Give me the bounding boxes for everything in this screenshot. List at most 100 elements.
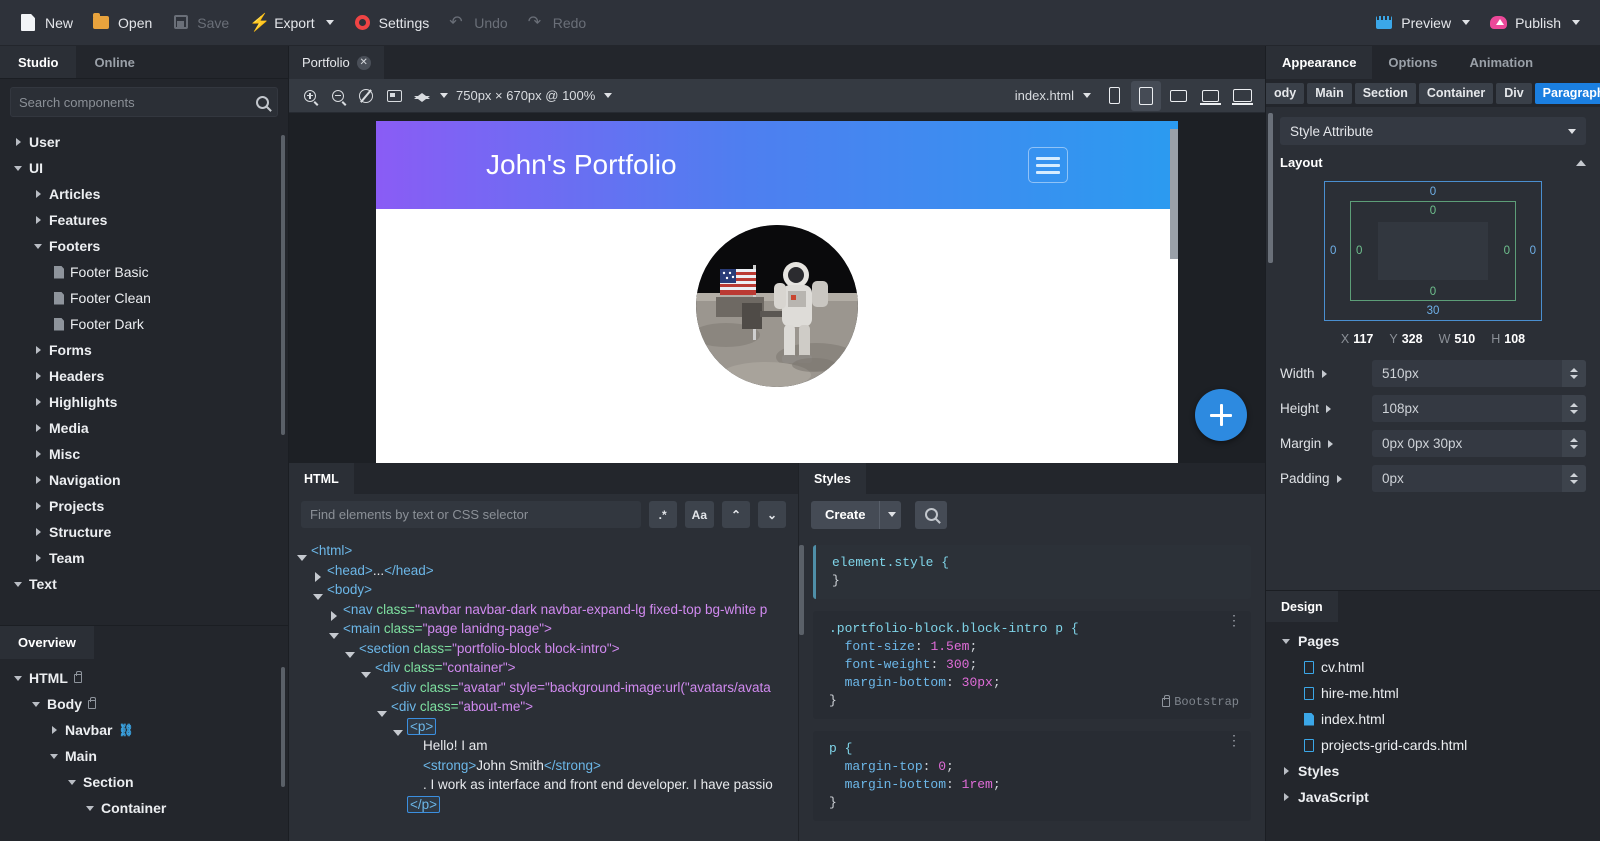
stepper-margin[interactable] xyxy=(1562,430,1586,457)
tab-appearance[interactable]: Appearance xyxy=(1266,46,1373,79)
tab-overview[interactable]: Overview xyxy=(0,626,94,659)
dom-tree-row[interactable]: . I work as interface and front end deve… xyxy=(289,775,798,795)
tab-options[interactable]: Options xyxy=(1372,46,1453,79)
property-label[interactable]: Padding xyxy=(1280,471,1366,486)
breadcrumb-item-container[interactable]: Container xyxy=(1418,82,1494,104)
dom-tree-row[interactable]: <html> xyxy=(289,541,798,561)
tab-online[interactable]: Online xyxy=(76,46,152,78)
redo-button[interactable]: ↷ Redo xyxy=(518,8,596,38)
css-declaration[interactable]: font-size: 1.5em; xyxy=(829,638,1237,656)
chevron-down-icon[interactable] xyxy=(86,804,95,813)
chevron-right-icon[interactable] xyxy=(34,475,43,485)
layout-section-header[interactable]: Layout xyxy=(1266,145,1600,176)
breadcrumb-item-section[interactable]: Section xyxy=(1354,82,1416,104)
component-tree-item-features[interactable]: Features xyxy=(0,207,288,233)
chevron-right-icon[interactable] xyxy=(34,215,43,225)
design-tree-item-hire-me-html[interactable]: hire-me.html xyxy=(1266,680,1600,706)
dom-tree-row[interactable]: <nav class="navbar navbar-dark navbar-ex… xyxy=(289,600,798,622)
overview-item-navbar[interactable]: Navbar ⛓ xyxy=(0,717,288,743)
dom-tree-row[interactable]: <p> xyxy=(289,717,798,737)
component-tree-item-forms[interactable]: Forms xyxy=(0,337,288,363)
chevron-right-icon[interactable] xyxy=(1282,766,1291,776)
close-icon[interactable]: ✕ xyxy=(356,55,371,70)
component-tree-item-structure[interactable]: Structure xyxy=(0,519,288,545)
component-tree[interactable]: User UI Articles Features Footers Footer Basi… xyxy=(0,125,288,625)
overview-item-main[interactable]: Main xyxy=(0,743,288,769)
fit-screen-icon[interactable] xyxy=(381,83,407,109)
css-value[interactable]: 300 xyxy=(946,657,969,672)
component-tree-item-articles[interactable]: Articles xyxy=(0,181,288,207)
css-selector[interactable]: element.style { xyxy=(832,554,1237,572)
dom-tree-row[interactable]: <section class="portfolio-block block-in… xyxy=(289,639,798,659)
css-property[interactable]: margin-bottom xyxy=(845,675,946,690)
canvas-file-selector[interactable]: index.html xyxy=(1015,88,1091,103)
component-tree-item-misc[interactable]: Misc xyxy=(0,441,288,467)
dom-tree-row[interactable]: <head>...</head> xyxy=(289,561,798,583)
chevron-right-icon[interactable] xyxy=(34,423,43,433)
chevron-right-icon[interactable] xyxy=(34,449,43,459)
component-tree-item-team[interactable]: Team xyxy=(0,545,288,571)
no-style-icon[interactable] xyxy=(353,83,379,109)
save-button[interactable]: Save xyxy=(162,8,239,38)
property-label[interactable]: Margin xyxy=(1280,436,1366,451)
design-tree[interactable]: Pages cv.html hire-me.html index.html projec… xyxy=(1266,622,1600,841)
css-value[interactable]: 30px xyxy=(962,675,993,690)
chevron-right-icon[interactable] xyxy=(34,553,43,563)
find-prev-button[interactable]: ⌃ xyxy=(722,501,750,528)
overview-item-body[interactable]: Body xyxy=(0,691,288,717)
component-tree-item-headers[interactable]: Headers xyxy=(0,363,288,389)
rule-menu-icon[interactable]: ⋮ xyxy=(1227,735,1241,749)
chevron-right-icon[interactable] xyxy=(14,137,23,147)
component-tree-item-projects[interactable]: Projects xyxy=(0,493,288,519)
chevron-down-icon[interactable] xyxy=(34,242,43,251)
zoom-in-icon[interactable] xyxy=(297,83,323,109)
chevron-down-icon[interactable] xyxy=(14,580,23,589)
design-tree-item-index-html[interactable]: index.html xyxy=(1266,706,1600,732)
styles-rules-list[interactable]: element.style {} ⋮ .portfolio-block.block-… xyxy=(799,535,1265,841)
device-monitor-button[interactable] xyxy=(1163,81,1193,111)
publish-button[interactable]: Publish xyxy=(1480,8,1590,38)
dom-tree-row[interactable]: Hello! I am xyxy=(289,736,798,756)
new-button[interactable]: New xyxy=(10,8,83,38)
component-tree-item-navigation[interactable]: Navigation xyxy=(0,467,288,493)
property-label[interactable]: Height xyxy=(1280,401,1366,416)
css-declaration[interactable]: margin-top: 0; xyxy=(829,758,1237,776)
css-property[interactable]: margin-bottom xyxy=(845,777,946,792)
css-rule-card[interactable]: element.style {} xyxy=(813,545,1251,599)
search-components-input[interactable] xyxy=(19,94,256,110)
tab-animation[interactable]: Animation xyxy=(1454,46,1550,79)
dom-tree-row[interactable]: </p> xyxy=(289,795,798,815)
settings-button[interactable]: Settings xyxy=(344,8,440,38)
chevron-up-icon[interactable] xyxy=(1576,159,1586,166)
chevron-right-icon[interactable] xyxy=(34,501,43,511)
css-selector[interactable]: p { xyxy=(829,740,1237,758)
dom-tree-row[interactable]: <div class="avatar" style="background-im… xyxy=(289,678,798,698)
canvas-viewport[interactable]: John's Portfolio xyxy=(289,113,1265,463)
css-declaration[interactable]: margin-bottom: 1rem; xyxy=(829,776,1237,794)
design-tree-item-cv-html[interactable]: cv.html xyxy=(1266,654,1600,680)
create-style-caret-icon[interactable] xyxy=(879,500,902,529)
css-property[interactable]: font-size xyxy=(845,639,915,654)
chevron-right-icon[interactable] xyxy=(34,371,43,381)
overview-scrollbar[interactable] xyxy=(281,667,285,787)
chevron-right-icon[interactable] xyxy=(34,397,43,407)
device-laptop-button[interactable] xyxy=(1195,81,1225,111)
undo-button[interactable]: ↶ Undo xyxy=(439,8,517,38)
device-wide-button[interactable] xyxy=(1227,81,1257,111)
property-label[interactable]: Width xyxy=(1280,366,1366,381)
chevron-right-icon[interactable] xyxy=(34,527,43,537)
styles-scrollbar[interactable] xyxy=(799,545,804,635)
file-chevron-down-icon[interactable] xyxy=(1083,93,1091,98)
property-input-padding[interactable]: 0px xyxy=(1372,465,1586,492)
breadcrumb-item-main[interactable]: Main xyxy=(1307,82,1352,104)
chevron-right-icon[interactable] xyxy=(1336,474,1342,483)
layers-icon[interactable] xyxy=(409,83,435,109)
chevron-down-icon[interactable] xyxy=(50,752,59,761)
css-property[interactable]: font-weight xyxy=(845,657,931,672)
layers-caret-icon[interactable] xyxy=(440,93,448,98)
chevron-down-icon[interactable] xyxy=(68,778,77,787)
component-search-box[interactable] xyxy=(10,87,278,117)
zoom-out-icon[interactable] xyxy=(325,83,351,109)
tab-styles[interactable]: Styles xyxy=(799,463,866,494)
overview-item-section[interactable]: Section xyxy=(0,769,288,795)
